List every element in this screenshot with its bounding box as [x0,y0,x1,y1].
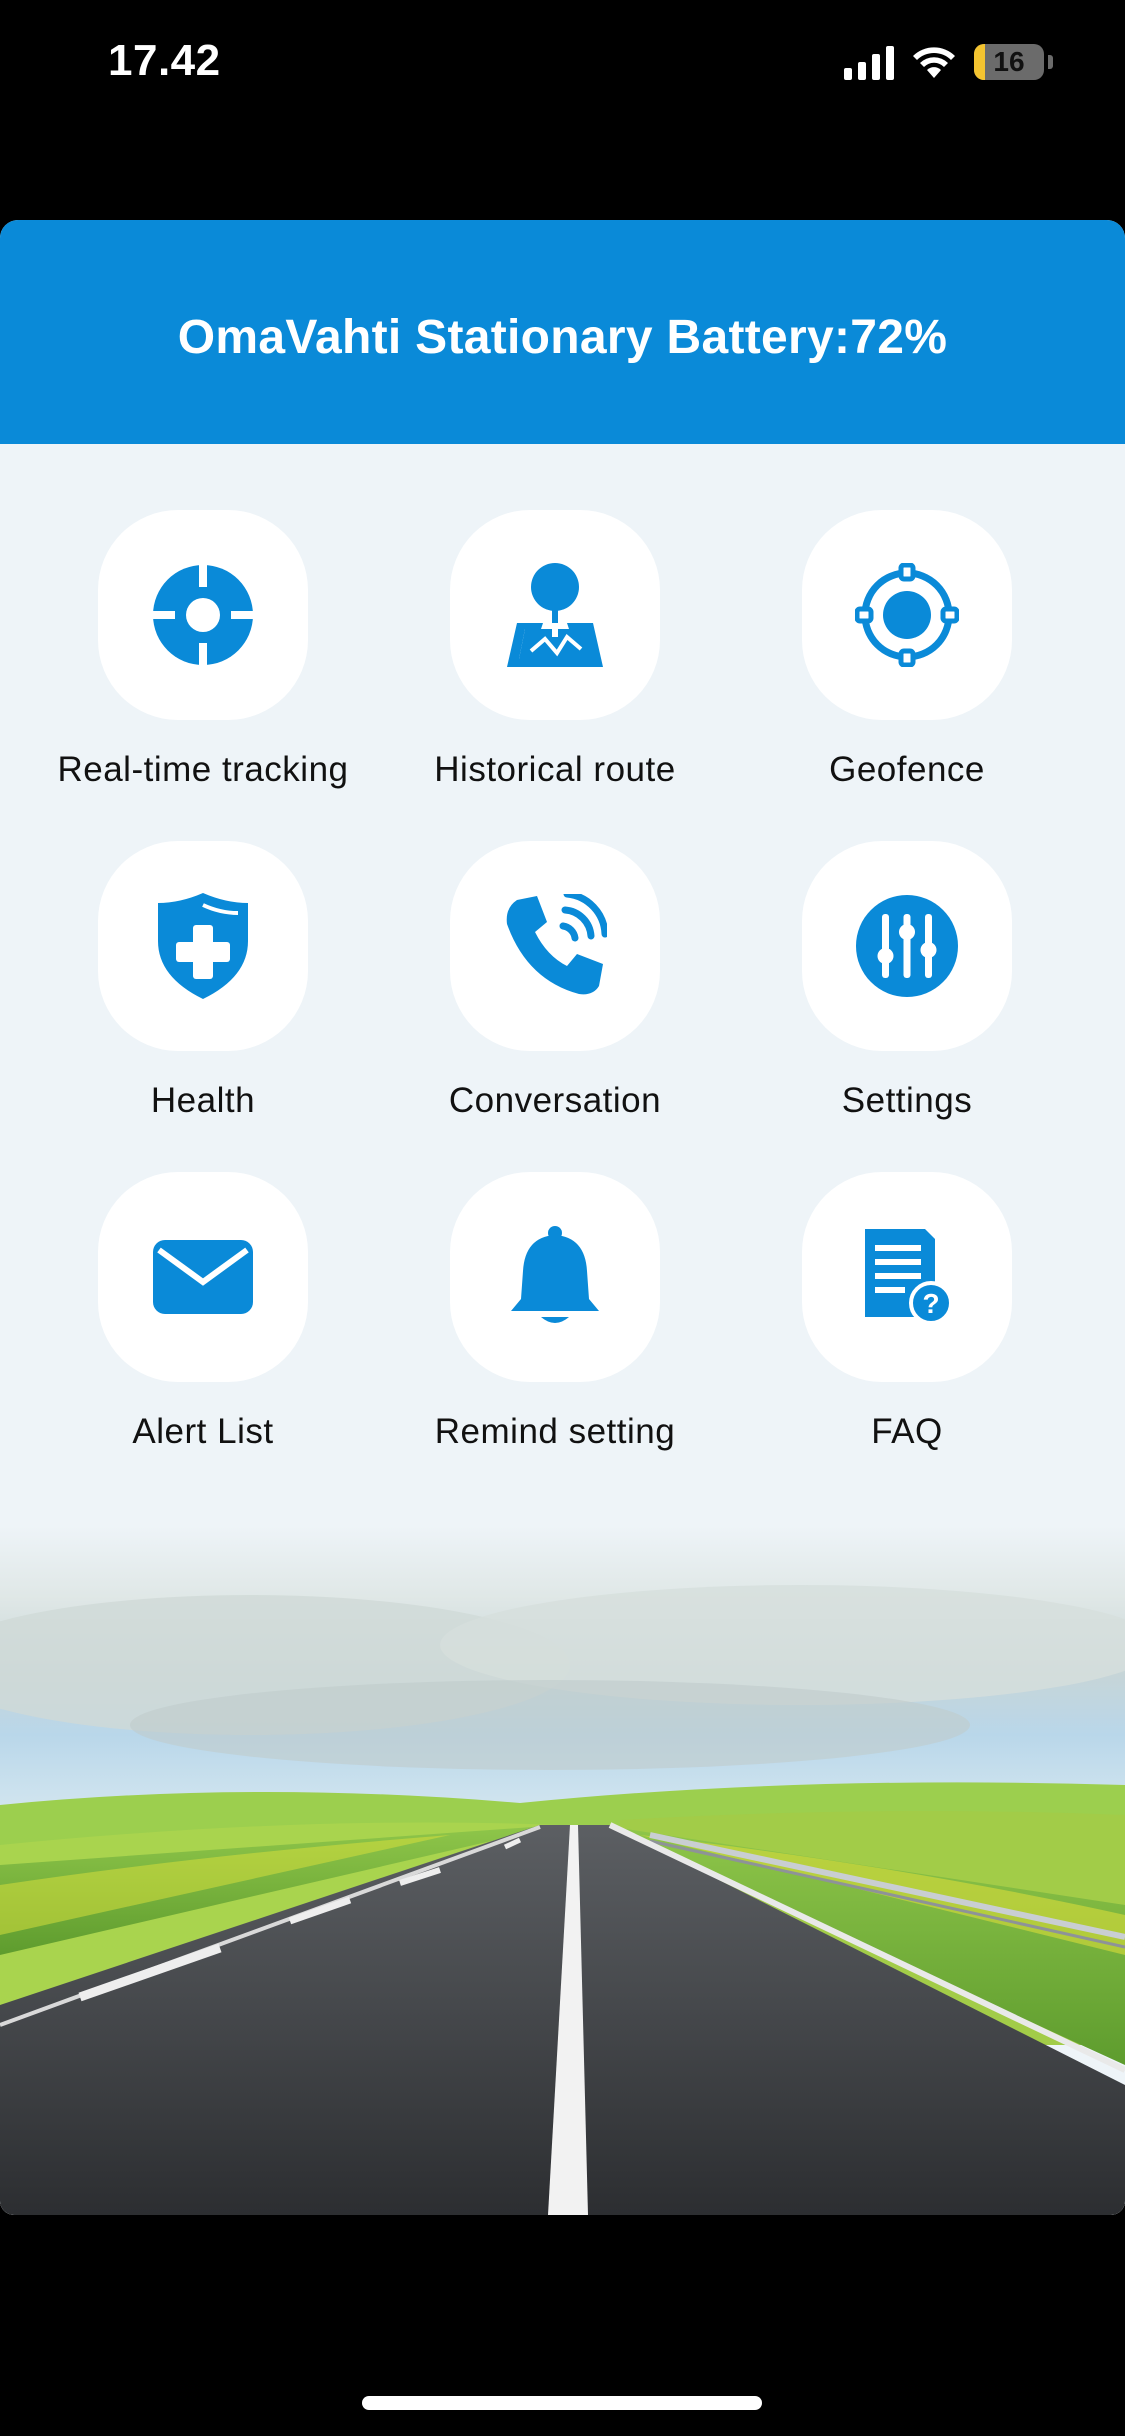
menu-item-label: Remind setting [434,1412,676,1451]
envelope-icon [153,1240,253,1314]
battery-icon: 16 [974,44,1044,80]
tile-button[interactable] [802,510,1012,720]
menu-item-label: Geofence [829,750,985,789]
menu-item-label: FAQ [871,1412,943,1451]
menu-item-label: Alert List [132,1412,274,1451]
document-question-icon: ? [865,1229,953,1325]
crosshair-target-icon [151,563,255,667]
tile-button[interactable]: ? [802,1172,1012,1382]
menu-item-label: Conversation [448,1081,662,1120]
health-shield-icon [158,893,248,999]
cellular-signal-icon [844,44,894,80]
menu-item-label: Historical route [434,750,676,789]
menu-item-alert-list[interactable]: Alert List [27,1172,379,1452]
map-pin-icon [507,563,603,667]
tile-button[interactable] [450,841,660,1051]
menu-item-faq[interactable]: ? FAQ [731,1172,1083,1452]
battery-level: 16 [993,46,1025,77]
menu-item-conversation[interactable]: Conversation [379,841,731,1121]
menu-item-remind-setting[interactable]: Remind setting [379,1172,731,1452]
wifi-icon [913,47,955,78]
tile-button[interactable] [98,510,308,720]
menu-item-label: Real-time tracking [57,750,349,789]
menu-item-real-time-tracking[interactable]: Real-time tracking [27,510,379,790]
battery-tip [1048,55,1053,69]
menu-item-label: Health [150,1081,256,1120]
status-time: 17.42 [108,36,221,85]
geofence-target-icon [855,563,959,667]
menu-item-settings[interactable]: Settings [731,841,1083,1121]
home-indicator[interactable] [362,2396,762,2410]
status-icons: 16 [844,44,1053,80]
phone-screen: 17.42 16 OmaVahti Stationary Battery:72% [0,0,1125,2436]
menu-item-label: Settings [841,1081,973,1120]
menu-item-historical-route[interactable]: Historical route [379,510,731,790]
page-title: OmaVahti Stationary Battery:72% [0,220,1125,444]
svg-text:?: ? [922,1288,939,1319]
app-panel: OmaVahti Stationary Battery:72% Real-tim… [0,220,1125,2215]
bell-icon [511,1226,599,1323]
road-landscape-background [0,1485,1125,2215]
tile-button[interactable] [98,1172,308,1382]
tile-button[interactable] [802,841,1012,1051]
menu-item-health[interactable]: Health [27,841,379,1121]
phone-call-icon [506,894,607,995]
tile-button[interactable] [450,510,660,720]
sliders-icon [856,895,958,997]
tile-button[interactable] [98,841,308,1051]
menu-item-geofence[interactable]: Geofence [731,510,1083,790]
tile-button[interactable] [450,1172,660,1382]
